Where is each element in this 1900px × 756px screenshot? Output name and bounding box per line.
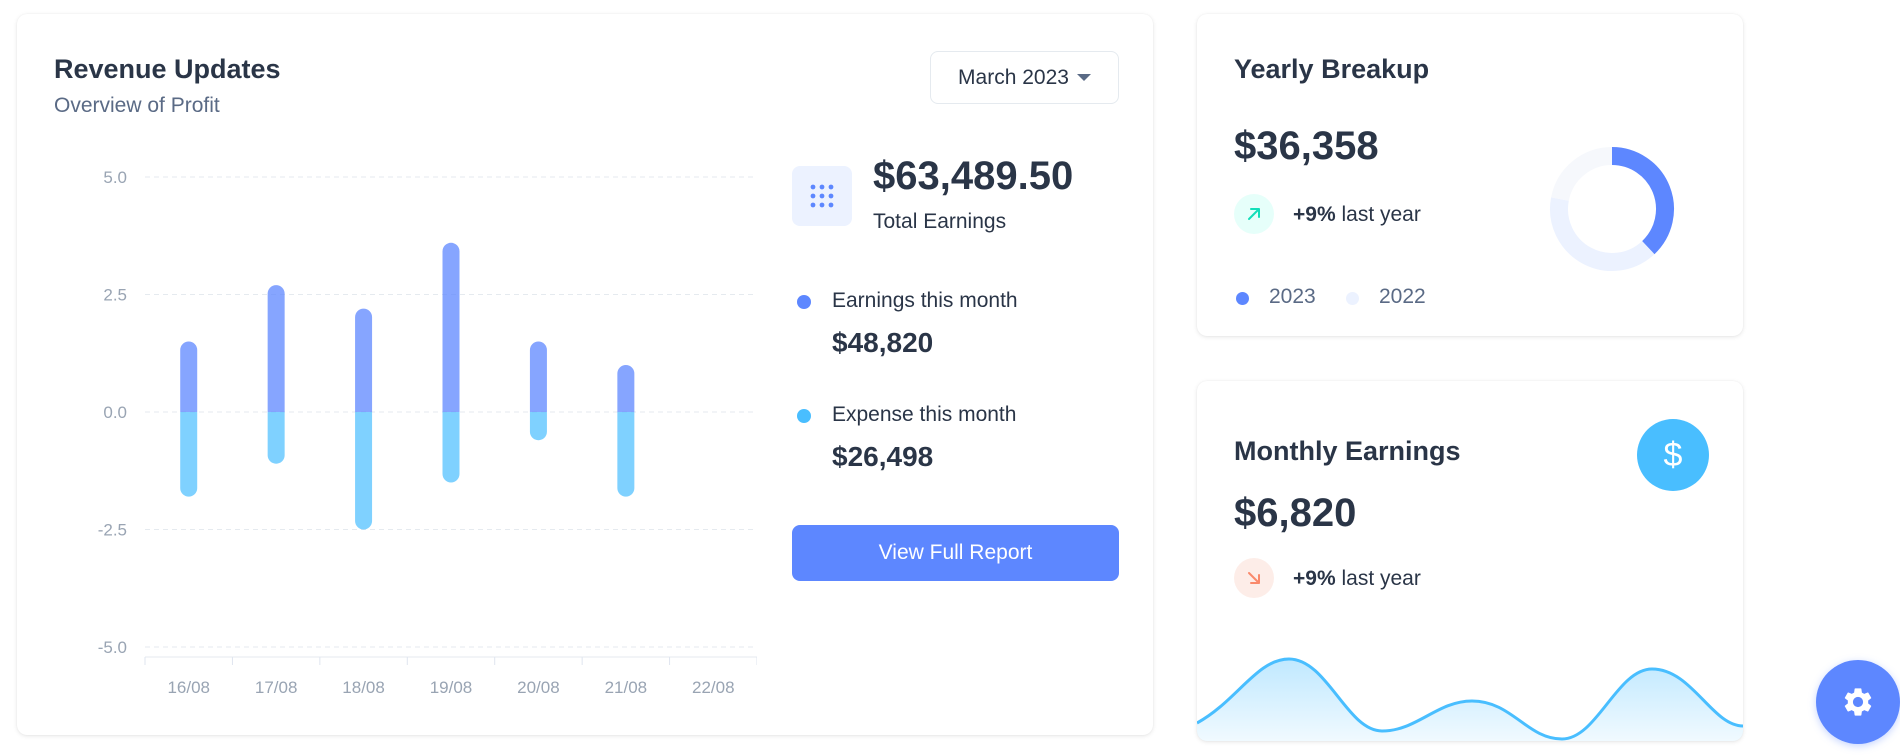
x-tick-label: 18/08 bbox=[342, 678, 385, 697]
earnings-bar bbox=[355, 308, 373, 412]
x-tick-label: 16/08 bbox=[167, 678, 210, 697]
month-select[interactable]: March 2023 bbox=[930, 51, 1119, 104]
yearly-value: $36,358 bbox=[1234, 124, 1379, 168]
expense-bar bbox=[180, 412, 198, 497]
revenue-updates-card: Revenue Updates Overview of Profit March… bbox=[17, 14, 1153, 735]
x-tick-label: 22/08 bbox=[692, 678, 735, 697]
revenue-bar-chart: 5.0 2.5 0.0 -2.5 -5.0 16/08 17/08 18/08 19/08 20/… bbox=[98, 168, 757, 697]
gear-icon bbox=[1844, 688, 1872, 716]
yearly-title: Yearly Breakup bbox=[1234, 54, 1430, 84]
dollar-icon[interactable]: $ bbox=[1637, 419, 1709, 491]
monthly-earnings-sparkline bbox=[1197, 657, 1743, 741]
monthly-value: $6,820 bbox=[1234, 491, 1357, 535]
earnings-bar bbox=[617, 365, 635, 412]
expense-bar bbox=[529, 412, 547, 441]
donut-slice bbox=[1611, 147, 1674, 255]
earnings-label: Earnings this month bbox=[832, 289, 1018, 312]
y-tick-label: -5.0 bbox=[98, 638, 127, 657]
earnings-value: $48,820 bbox=[832, 327, 934, 358]
earnings-bar bbox=[267, 285, 285, 412]
monthly-trend-percent: +9% bbox=[1293, 567, 1336, 590]
total-earnings-label: Total Earnings bbox=[873, 210, 1007, 233]
grid-icon bbox=[792, 166, 852, 226]
earnings-bar bbox=[442, 242, 460, 412]
settings-button[interactable] bbox=[1816, 660, 1900, 744]
caret-down-icon bbox=[1076, 74, 1091, 81]
arrow-down-right-icon bbox=[1234, 558, 1274, 598]
arrow-up-right-icon bbox=[1234, 194, 1274, 234]
x-tick-label: 17/08 bbox=[255, 678, 298, 697]
donut-slice bbox=[1550, 197, 1655, 271]
yearly-trend-percent: +9% bbox=[1293, 203, 1336, 226]
y-tick-label: 0.0 bbox=[103, 403, 127, 422]
expense-label: Expense this month bbox=[832, 403, 1017, 426]
month-select-value: March 2023 bbox=[958, 65, 1069, 89]
expense-bar bbox=[355, 412, 373, 530]
earnings-dot bbox=[797, 295, 811, 309]
expense-value: $26,498 bbox=[832, 441, 934, 472]
legend-label-2022: 2022 bbox=[1379, 285, 1426, 308]
monthly-trend-text: last year bbox=[1341, 567, 1421, 590]
donut-slice bbox=[1551, 147, 1613, 202]
yearly-trend: +9% last year bbox=[1293, 203, 1421, 227]
expense-bar bbox=[267, 412, 285, 464]
y-tick-label: 5.0 bbox=[103, 168, 127, 187]
y-tick-label: 2.5 bbox=[103, 286, 127, 305]
x-tick-label: 19/08 bbox=[430, 678, 473, 697]
view-full-report-button[interactable]: View Full Report bbox=[792, 525, 1119, 581]
monthly-trend: +9% last year bbox=[1293, 567, 1421, 591]
yearly-breakup-card: Yearly Breakup $36,358 +9% last year 202… bbox=[1197, 14, 1743, 336]
revenue-subtitle: Overview of Profit bbox=[54, 94, 220, 117]
revenue-title: Revenue Updates bbox=[54, 54, 281, 84]
legend-label-2023: 2023 bbox=[1269, 285, 1316, 308]
monthly-title: Monthly Earnings bbox=[1234, 436, 1461, 466]
expense-bar bbox=[617, 412, 635, 497]
monthly-earnings-card: Monthly Earnings $ $6,820 +9% last year bbox=[1197, 381, 1743, 741]
earnings-bar bbox=[529, 341, 547, 412]
legend-dot-2022 bbox=[1346, 292, 1359, 305]
expense-dot bbox=[797, 409, 811, 423]
x-tick-label: 21/08 bbox=[605, 678, 648, 697]
expense-bar bbox=[442, 412, 460, 483]
yearly-donut-chart bbox=[1550, 147, 1674, 271]
legend-dot-2023 bbox=[1236, 292, 1249, 305]
earnings-bar bbox=[180, 341, 198, 412]
total-earnings-value: $63,489.50 bbox=[873, 154, 1074, 198]
x-tick-label: 20/08 bbox=[517, 678, 560, 697]
yearly-trend-text: last year bbox=[1341, 203, 1421, 226]
y-tick-label: -2.5 bbox=[98, 521, 127, 540]
